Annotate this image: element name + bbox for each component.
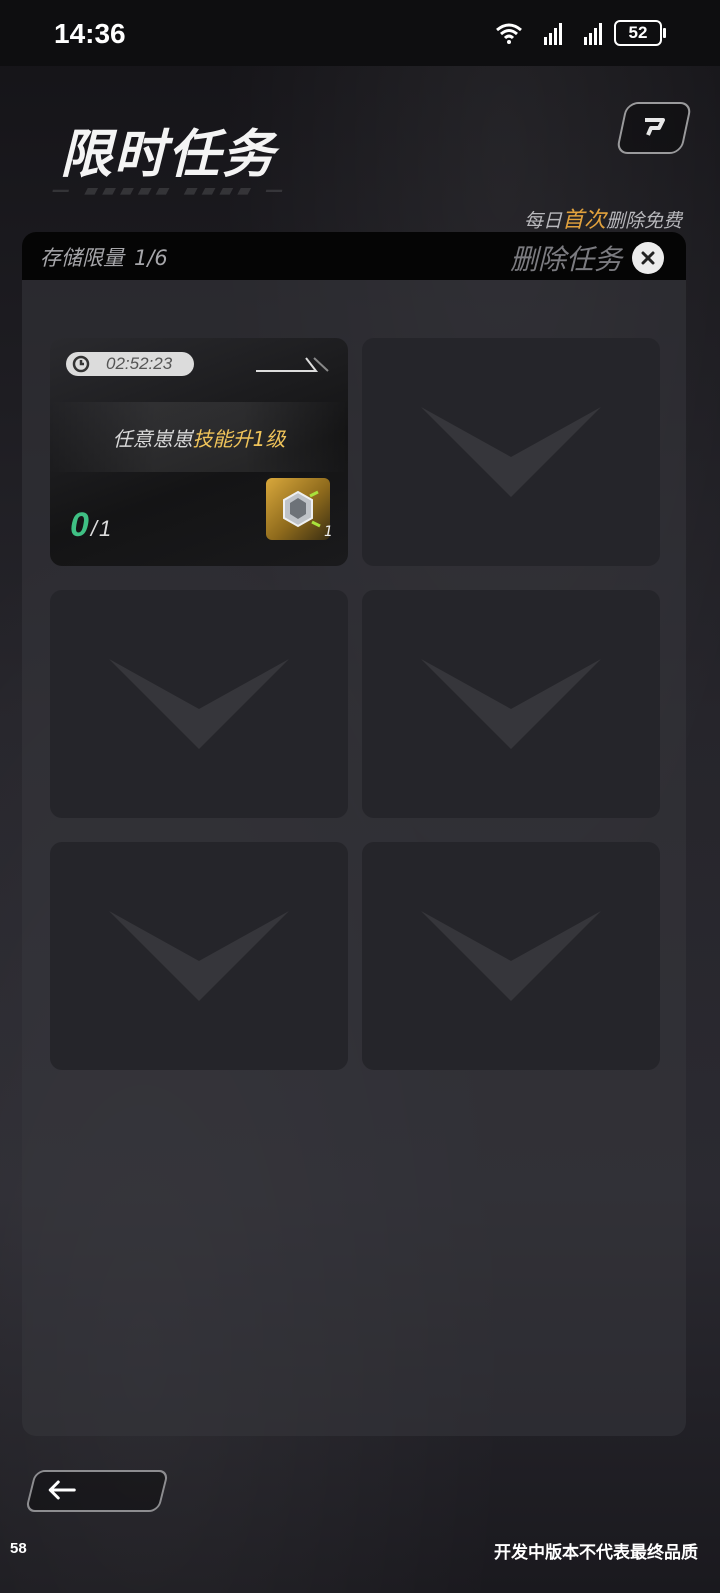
panel-header: 存储限量 1/6 删除任务 <box>22 232 686 280</box>
placeholder-emblem-icon <box>421 911 601 1001</box>
wifi-icon <box>496 23 522 44</box>
placeholder-emblem-icon <box>421 659 601 749</box>
title-decoration: — ▰▰▰▰▰ ▰▰▰▰ — <box>52 180 288 201</box>
battery-indicator: 52 <box>614 20 666 46</box>
task-desc-plain: 任意崽崽 <box>112 426 193 451</box>
signal-4g-icon <box>584 23 602 45</box>
page-title: 限时任务 <box>60 125 277 185</box>
help-button[interactable] <box>615 102 693 154</box>
placeholder-emblem-icon <box>109 659 289 749</box>
task-desc-highlight: 技能升1级 <box>192 426 286 451</box>
delete-task-label: 删除任务 <box>509 243 622 276</box>
help-icon <box>645 118 665 136</box>
task-panel: 存储限量 1/6 删除任务 02:52:23 任意崽崽 技能升1级 0/1 1 <box>22 232 686 1436</box>
free-note-highlight: 首次 <box>561 208 606 233</box>
empty-task-slot <box>362 590 660 818</box>
arrow-left-icon <box>48 1480 76 1500</box>
status-time: 14:36 <box>54 18 126 49</box>
empty-task-slot <box>362 338 660 566</box>
empty-task-slot <box>50 590 348 818</box>
empty-task-slot <box>362 842 660 1070</box>
task-description: 任意崽崽 技能升1级 <box>50 402 348 472</box>
back-button[interactable] <box>24 1470 170 1512</box>
gear-chip-icon <box>283 490 321 528</box>
storage-limit: 存储限量 1/6 <box>40 242 168 272</box>
task-card[interactable]: 02:52:23 任意崽崽 技能升1级 0/1 1 <box>50 338 348 566</box>
reward-item[interactable] <box>266 478 330 540</box>
decoration-lines-icon <box>256 357 329 372</box>
progress-current: 0 <box>70 506 89 544</box>
timer-text: 02:52:23 <box>106 354 173 373</box>
placeholder-emblem-icon <box>109 911 289 1001</box>
reward-count: 1 <box>324 524 333 540</box>
dev-build-note: 开发中版本不代表最终品质 <box>494 1543 698 1563</box>
placeholder-emblem-icon <box>421 407 601 497</box>
progress-separator: / <box>90 516 98 541</box>
free-note-suffix: 删除免费 <box>605 210 682 232</box>
task-timer: 02:52:23 <box>66 352 194 376</box>
status-bar: 14:36 52 <box>0 0 720 66</box>
storage-label: 存储限量 <box>40 246 124 270</box>
free-note-prefix: 每日 <box>523 210 562 232</box>
clock-icon <box>72 355 90 373</box>
progress-total: 1 <box>99 516 112 541</box>
signal-4g-icon <box>544 23 562 45</box>
status-icons: 52 <box>494 20 666 46</box>
close-icon <box>632 242 664 274</box>
task-progress: 0/1 <box>70 506 111 545</box>
free-delete-note: 每日首次删除免费 <box>524 202 682 234</box>
empty-task-slot <box>50 842 348 1070</box>
fps-counter: 58 <box>10 1540 27 1557</box>
delete-task-button[interactable]: 删除任务 <box>510 238 664 278</box>
storage-value: 1/6 <box>134 246 168 270</box>
